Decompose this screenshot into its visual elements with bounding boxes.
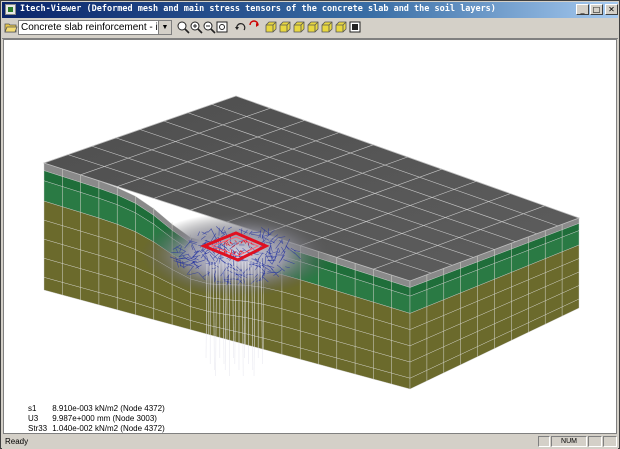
deformed-mesh-view[interactable] [4,40,616,433]
readout-value: 1.040e-002 kN/m2 (Node 4372) [52,424,165,433]
open-icon[interactable] [4,20,18,34]
result-readout: s1 8.910e-003 kN/m2 (Node 4372) U3 9.987… [28,404,165,433]
zoom-fit-icon[interactable] [215,20,229,34]
chevron-down-icon[interactable]: ▼ [158,21,171,34]
status-text: Ready [5,437,29,446]
status-bar: Ready NUM [2,435,618,449]
model-viewport[interactable]: s1 8.910e-003 kN/m2 (Node 4372) U3 9.987… [3,39,617,434]
app-window: Itech-Viewer (Deformed mesh and main str… [0,0,620,449]
flip-icon[interactable] [247,20,261,34]
maximize-button[interactable]: □ [590,4,603,15]
rotate-icon[interactable] [234,20,248,34]
toolbar: Concrete slab reinforcement - itech fo ▼ [2,18,618,39]
readout-row-str33: Str33 1.040e-002 kN/m2 (Node 4372) [28,424,165,433]
view-iso-icon[interactable] [306,20,320,34]
readout-row-u3: U3 9.987e+000 mm (Node 3003) [28,414,165,424]
view-yz-icon[interactable] [292,20,306,34]
minimize-button[interactable]: _ [576,4,589,15]
status-pane [538,436,550,447]
status-pane [588,436,602,447]
view-xy-icon[interactable] [264,20,278,34]
readout-value: 8.910e-003 kN/m2 (Node 4372) [52,404,165,413]
window-title: Itech-Viewer (Deformed mesh and main str… [20,4,496,14]
title-bar[interactable]: Itech-Viewer (Deformed mesh and main str… [2,2,618,18]
zoom-in-icon[interactable] [189,20,203,34]
zoom-icon[interactable] [176,20,190,34]
readout-label: Str33 [28,424,48,433]
readout-label: U3 [28,414,39,423]
app-icon[interactable] [5,4,16,15]
view-top-icon[interactable] [320,20,334,34]
model-select[interactable]: Concrete slab reinforcement - itech fo ▼ [18,20,172,35]
zoom-out-icon[interactable] [202,20,216,34]
readout-label: s1 [28,404,37,413]
status-pane [603,436,617,447]
print-icon[interactable] [348,20,362,34]
readout-value: 9.987e+000 mm (Node 3003) [52,414,157,423]
num-lock-indicator: NUM [551,436,587,447]
readout-row-s1: s1 8.910e-003 kN/m2 (Node 4372) [28,404,165,414]
view-front-icon[interactable] [334,20,348,34]
close-button[interactable]: ✕ [605,4,618,15]
view-xz-icon[interactable] [278,20,292,34]
model-select-value: Concrete slab reinforcement - itech fo [21,22,172,33]
